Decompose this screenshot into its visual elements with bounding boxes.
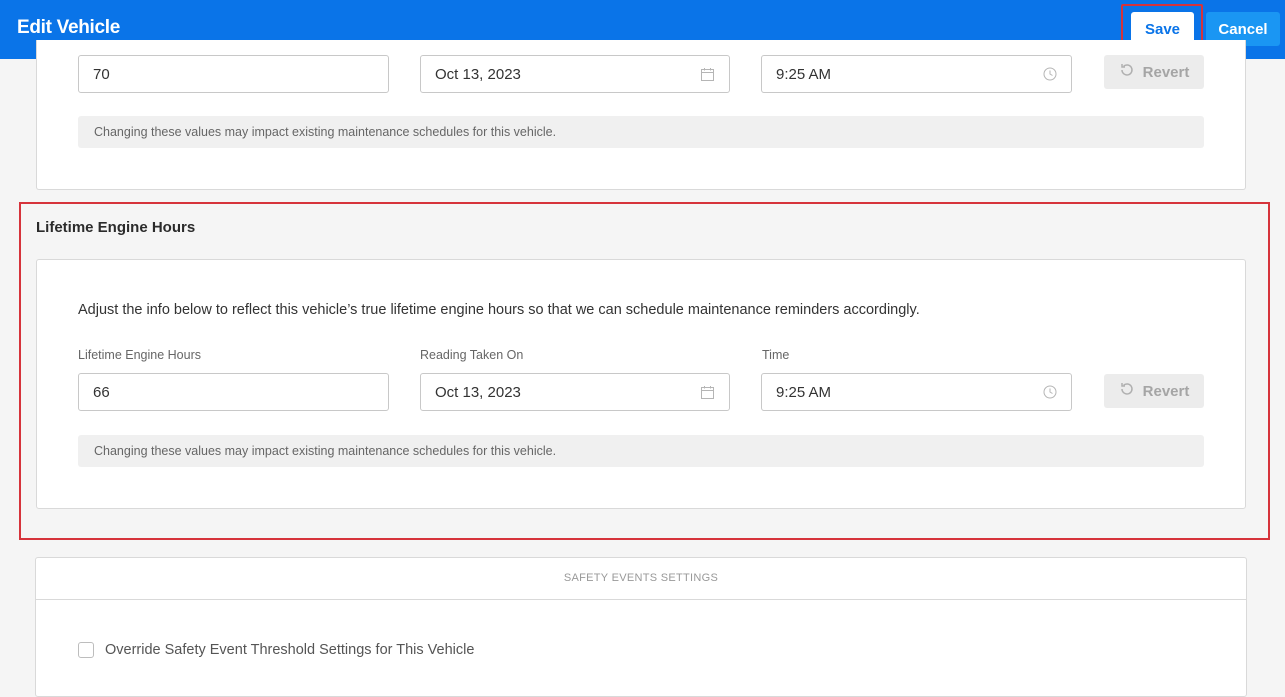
odometer-time-field[interactable]: 9:25 AM xyxy=(761,55,1072,93)
engine-hours-description: Adjust the info below to reflect this ve… xyxy=(78,302,920,318)
reading-date-label: Reading Taken On xyxy=(420,348,524,362)
reading-date-field[interactable]: Oct 13, 2023 xyxy=(420,373,730,411)
odometer-value-field[interactable]: 70 xyxy=(78,55,389,93)
engine-hours-warning-note: Changing these values may impact existin… xyxy=(78,435,1204,467)
time-label: Time xyxy=(762,348,790,362)
clock-icon xyxy=(1043,385,1057,399)
page-title: Edit Vehicle xyxy=(17,17,121,38)
override-safety-label: Override Safety Event Threshold Settings… xyxy=(105,642,475,658)
odometer-revert-button[interactable]: Revert xyxy=(1104,55,1204,89)
undo-icon xyxy=(1119,381,1135,401)
override-safety-row[interactable]: Override Safety Event Threshold Settings… xyxy=(78,642,474,658)
undo-icon xyxy=(1119,62,1135,82)
clock-icon xyxy=(1043,67,1057,81)
hours-label: Lifetime Engine Hours xyxy=(78,348,201,362)
engine-hours-section-title: Lifetime Engine Hours xyxy=(36,219,196,236)
reading-time-field[interactable]: 9:25 AM xyxy=(761,373,1072,411)
override-safety-checkbox[interactable] xyxy=(78,642,94,658)
safety-settings-header: SAFETY EVENTS SETTINGS xyxy=(36,557,1246,600)
engine-hours-input[interactable]: 66 xyxy=(78,373,389,411)
engine-hours-revert-button[interactable]: Revert xyxy=(1104,374,1204,408)
odometer-warning-note: Changing these values may impact existin… xyxy=(78,116,1204,148)
calendar-icon xyxy=(701,67,715,81)
odometer-date-field[interactable]: Oct 13, 2023 xyxy=(420,55,730,93)
calendar-icon xyxy=(701,385,715,399)
